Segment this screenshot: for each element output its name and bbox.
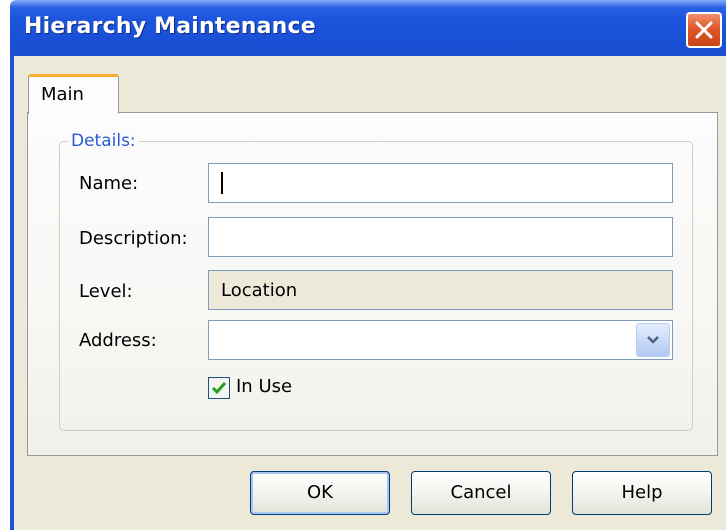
- name-label: Name:: [79, 173, 139, 194]
- level-label: Level:: [79, 281, 133, 302]
- cancel-button[interactable]: Cancel: [411, 471, 551, 515]
- tab-main[interactable]: Main: [28, 74, 119, 114]
- ok-button[interactable]: OK: [250, 471, 390, 515]
- in-use-label[interactable]: In Use: [236, 376, 292, 397]
- close-button[interactable]: [686, 12, 722, 48]
- address-dropdown[interactable]: [208, 320, 673, 360]
- description-label: Description:: [79, 228, 188, 249]
- name-field[interactable]: [208, 163, 673, 203]
- title-bar[interactable]: Hierarchy Maintenance: [10, 0, 726, 56]
- level-field: [208, 270, 673, 310]
- window-title: Hierarchy Maintenance: [24, 14, 316, 39]
- address-dropdown-button[interactable]: [636, 323, 670, 357]
- address-label: Address:: [79, 330, 157, 351]
- help-button[interactable]: Help: [572, 471, 712, 515]
- dialog-window: Hierarchy Maintenance Main Details: Name…: [0, 0, 726, 530]
- tab-main-label: Main: [41, 84, 84, 105]
- text-cursor: [221, 172, 223, 194]
- details-group-title: Details:: [68, 131, 139, 151]
- in-use-checkbox[interactable]: [208, 377, 230, 399]
- description-field[interactable]: [208, 217, 673, 257]
- window-border: [10, 56, 14, 530]
